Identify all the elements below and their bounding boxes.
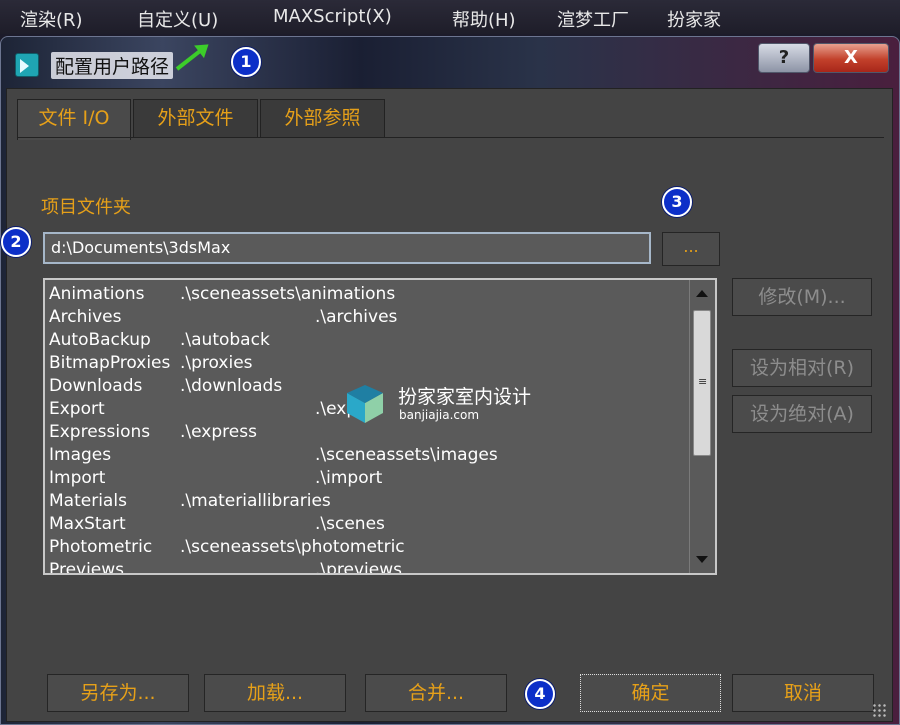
modify-button[interactable]: 修改(M)... [732,278,872,316]
list-item[interactable]: Materials .\materiallibraries [49,491,685,514]
green-arrow-icon [175,46,206,71]
project-folder-label: 项目文件夹 [41,197,131,218]
path-name: Previews [49,560,125,575]
3dsmax-app-icon [15,53,39,77]
path-name: Materials [49,491,127,511]
scroll-down-arrow-icon[interactable] [696,556,708,563]
configure-user-paths-dialog: 配置用户路径 1 ? X 文件 I/O 外部文件 外部参照 项目文件夹 3 2 … [0,36,900,725]
list-scrollbar[interactable]: ≡ [689,280,715,573]
list-item[interactable]: Photometric .\sceneassets\photometric [49,537,685,560]
step-badge-4: 4 [525,679,555,709]
path-name: BitmapProxies [49,353,171,373]
watermark-title: 扮家家室内设计 [398,386,532,408]
list-item[interactable]: Images .\sceneassets\images [49,445,685,468]
path-name: MaxStart [49,514,126,534]
list-item[interactable]: Previews .\previews [49,560,685,575]
watermark-url: banjiajia.com [399,408,480,422]
path-value: .\materiallibraries [180,491,331,511]
paths-list[interactable]: Animations .\sceneassets\animations Archiv… [43,278,717,575]
path-value: .\express [180,422,257,442]
menu-help[interactable]: 帮助(H) [452,6,516,32]
list-item[interactable]: BitmapProxies .\proxies [49,353,685,376]
path-name: Import [49,468,106,488]
title-bar[interactable]: 配置用户路径 1 ? X [1,37,900,85]
path-name: Photometric [49,537,153,557]
path-value: .\sceneassets\images [315,445,498,465]
make-absolute-button[interactable]: 设为绝对(A) [732,395,872,433]
path-value: .\autoback [180,330,270,350]
menu-render[interactable]: 渲染(R) [20,6,83,32]
path-value: .\proxies [180,353,253,373]
path-value: .\previews [315,560,403,575]
save-as-button[interactable]: 另存为... [47,674,189,712]
dialog-client-area: 文件 I/O 外部文件 外部参照 项目文件夹 3 2 d:\Documents\… [1,88,893,722]
menu-bar: 渲染(R) 自定义(U) MAXScript(X) 帮助(H) 渲梦工厂 扮家家 [0,0,900,34]
list-item[interactable]: Import .\import [49,468,685,491]
cancel-button[interactable]: 取消 [732,674,874,712]
path-name: AutoBackup [49,330,151,350]
path-value: .\downloads [180,376,283,396]
path-value: .\sceneassets\animations [180,284,396,304]
menu-banjiajia[interactable]: 扮家家 [667,6,721,32]
close-button[interactable]: X [813,43,889,73]
path-name: Downloads [49,376,143,396]
path-value: .\scenes [315,514,385,534]
list-item[interactable]: AutoBackup .\autoback [49,330,685,353]
menu-customize[interactable]: 自定义(U) [137,6,218,32]
resize-grip-icon[interactable] [872,703,888,717]
step-badge-3: 3 [662,187,692,217]
scroll-up-arrow-icon[interactable] [696,290,708,297]
menu-maxscript[interactable]: MAXScript(X) [273,6,392,27]
path-name: Expressions [49,422,151,442]
scroll-thumb[interactable]: ≡ [693,310,711,456]
list-item[interactable]: Expressions .\express [49,422,685,445]
list-item[interactable]: Archives .\archives [49,307,685,330]
help-button[interactable]: ? [758,43,810,73]
load-button[interactable]: 加载... [204,674,346,712]
path-name: Export [49,399,105,419]
path-name: Archives [49,307,122,327]
path-name: Images [49,445,112,465]
path-value: .\sceneassets\photometric [180,537,405,557]
dialog-title: 配置用户路径 [51,52,174,79]
path-name: Animations [49,284,145,304]
path-value: .\archives [315,307,398,327]
grip-icon: ≡ [698,375,708,388]
step-badge-1: 1 [231,47,261,77]
tab-external-files[interactable]: 外部文件 [133,99,258,137]
path-value: .\import [315,468,383,488]
tab-xrefs[interactable]: 外部参照 [260,99,385,137]
banjiajia-logo-icon [347,385,383,423]
menu-render-factory[interactable]: 渲梦工厂 [557,6,629,32]
list-item[interactable]: Animations .\sceneassets\animations [49,284,685,307]
browse-button[interactable]: ... [662,232,720,266]
step-badge-2: 2 [1,227,31,257]
ok-button[interactable]: 确定 [580,674,721,712]
merge-button[interactable]: 合并... [365,674,507,712]
list-item[interactable]: MaxStart .\scenes [49,514,685,537]
make-relative-button[interactable]: 设为相对(R) [732,349,872,387]
project-folder-field[interactable]: d:\Documents\3dsMax [43,232,651,264]
tab-file-io[interactable]: 文件 I/O [17,99,131,140]
